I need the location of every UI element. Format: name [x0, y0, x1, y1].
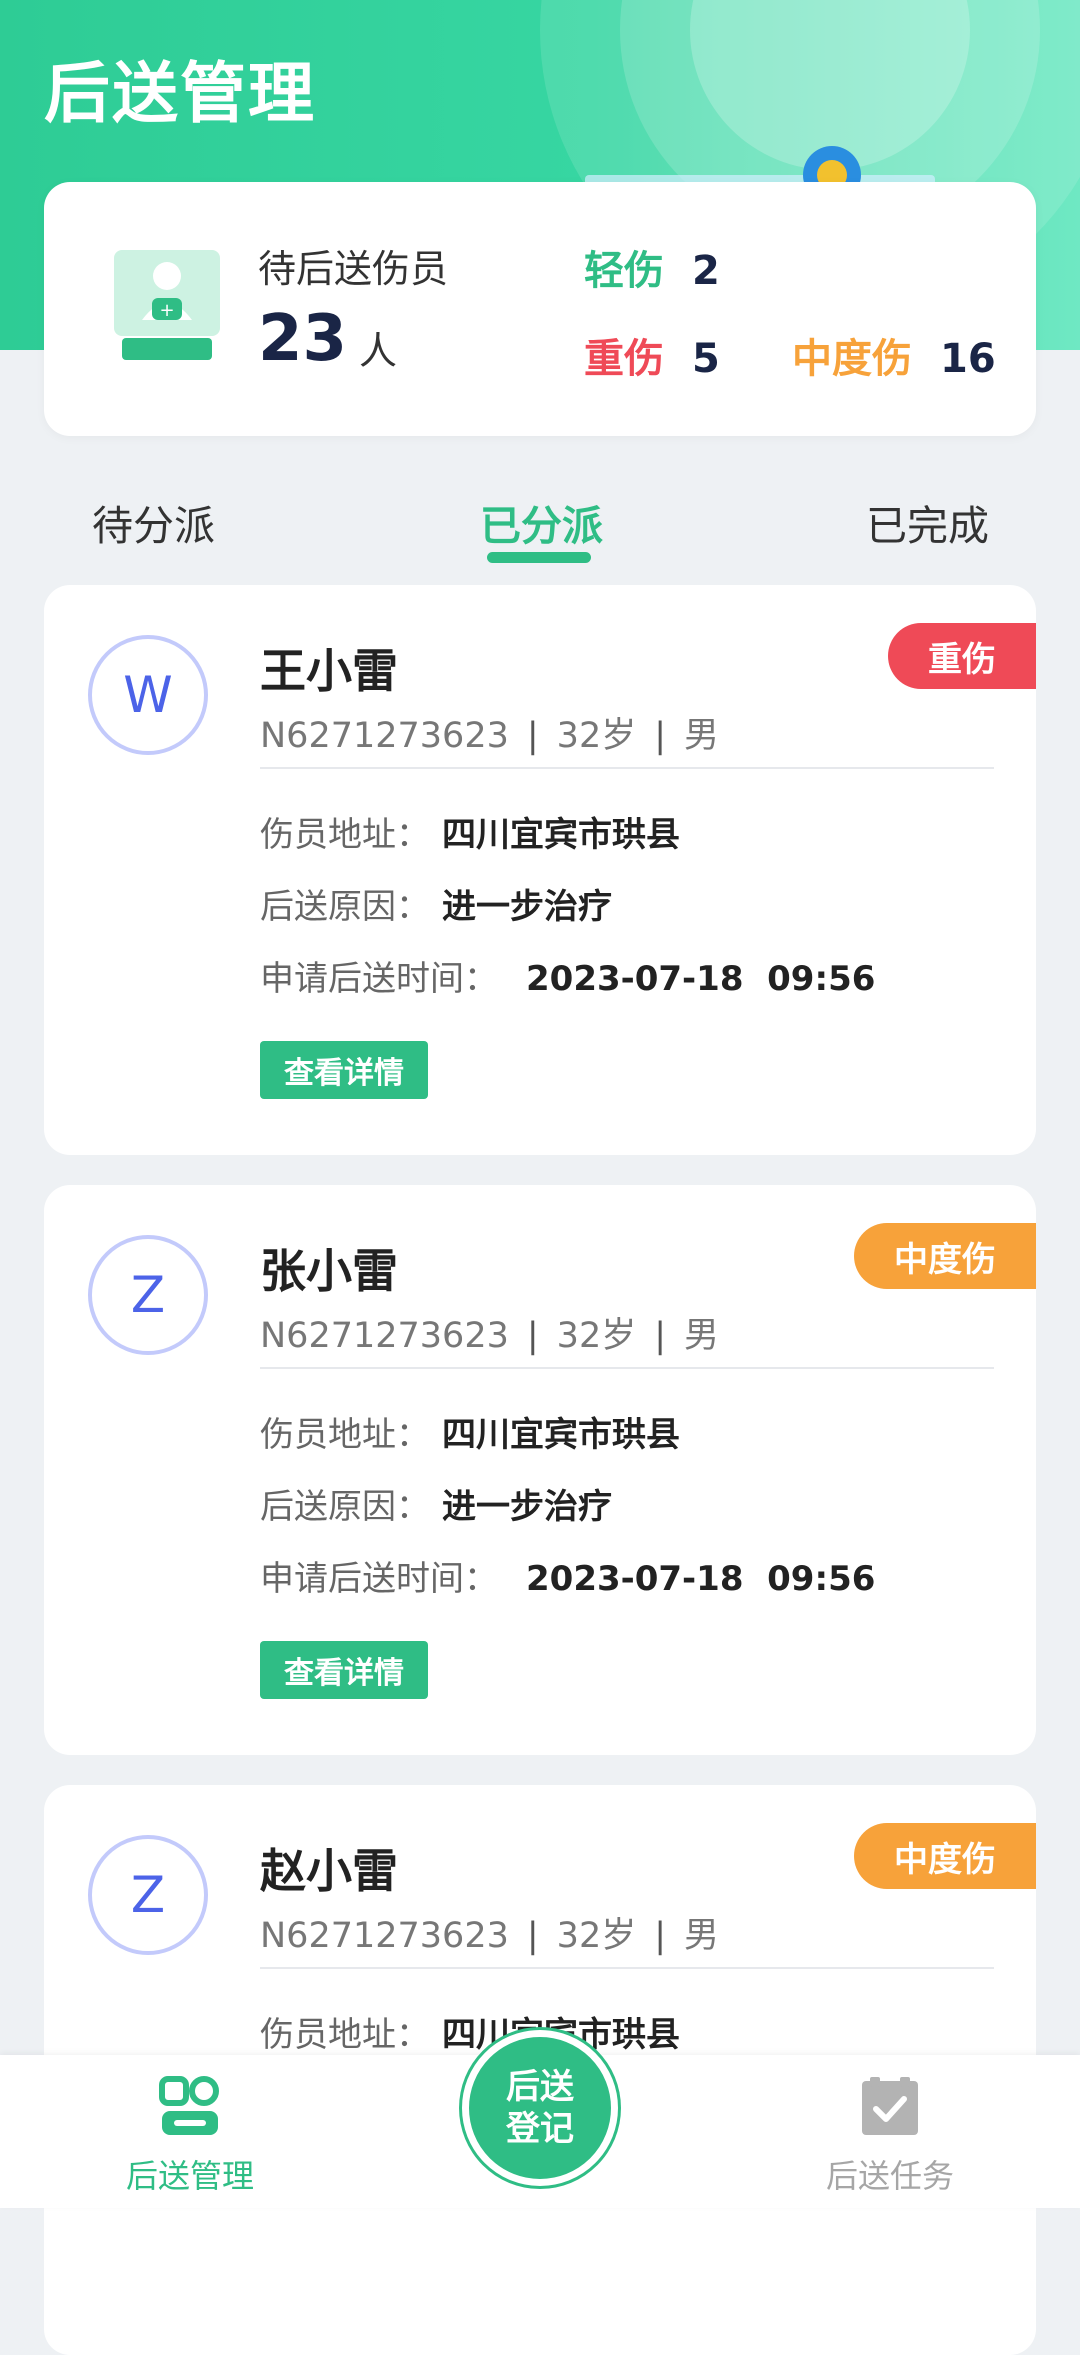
patient-name: 王小雷 — [260, 644, 398, 698]
tab-active-indicator — [487, 552, 591, 563]
patient-age: 32岁 — [556, 716, 637, 756]
stat-severe: 重伤 5 — [584, 326, 720, 384]
time-value: 2023-07-18 09:56 — [526, 1559, 876, 1599]
separator: | — [654, 716, 667, 756]
stat-severe-value: 5 — [692, 336, 720, 382]
patient-card[interactable]: W 王小雷 重伤 N6271273623 | 32岁 | 男 伤员地址： 四川宜宾市珙县 … — [44, 585, 1036, 1155]
summary-count: 23 — [258, 302, 348, 376]
page-title: 后送管理 — [44, 55, 316, 132]
view-details-button[interactable]: 查看详情 — [260, 1641, 428, 1699]
patient-age: 32岁 — [556, 1916, 637, 1956]
view-details-button[interactable]: 查看详情 — [260, 1041, 428, 1099]
stat-light: 轻伤 2 — [584, 238, 720, 296]
stat-moderate-label: 中度伤 — [792, 336, 912, 382]
divider — [260, 767, 994, 769]
address-label: 伤员地址： — [260, 2015, 430, 2055]
tab-pending-dispatch[interactable]: 待分派 — [92, 492, 215, 552]
reason-label: 后送原因： — [260, 887, 430, 927]
patient-age: 32岁 — [556, 1316, 637, 1356]
separator: | — [526, 716, 539, 756]
address-value: 四川宜宾市珙县 — [442, 815, 680, 855]
stat-moderate: 中度伤 16 — [792, 326, 996, 384]
nav-evacuation-tasks[interactable]: 后送任务 — [790, 2075, 990, 2197]
time-label: 申请后送时间： — [260, 959, 498, 999]
patient-id: N6271273623 — [260, 1316, 509, 1356]
injury-badge: 重伤 — [888, 623, 1036, 689]
address-value: 四川宜宾市珙县 — [442, 1415, 680, 1455]
injury-badge: 中度伤 — [854, 1223, 1036, 1289]
patient-card[interactable]: Z 张小雷 中度伤 N6271273623 | 32岁 | 男 伤员地址： 四川宜宾市珙县… — [44, 1185, 1036, 1755]
separator: | — [526, 1316, 539, 1356]
separator: | — [526, 1916, 539, 1956]
patient-meta: N6271273623 | 32岁 | 男 — [260, 707, 719, 758]
stat-light-label: 轻伤 — [584, 248, 664, 294]
avatar: Z — [88, 1835, 208, 1955]
time-row: 申请后送时间： 2023-07-18 09:56 — [260, 1551, 875, 1600]
patient-gender: 男 — [684, 716, 720, 756]
separator: | — [654, 1916, 667, 1956]
summary-unit: 人 — [359, 329, 398, 373]
patient-id: N6271273623 — [260, 1916, 509, 1956]
task-check-icon — [862, 2077, 918, 2135]
management-icon — [159, 2076, 219, 2135]
register-line1: 后送 — [506, 2067, 574, 2107]
address-row: 伤员地址： 四川宜宾市珙县 — [260, 1407, 680, 1456]
stat-severe-label: 重伤 — [584, 336, 664, 382]
avatar: W — [88, 635, 208, 755]
divider — [260, 1367, 994, 1369]
patient-meta: N6271273623 | 32岁 | 男 — [260, 1907, 719, 1958]
address-row: 伤员地址：四川宜宾市珙县 — [260, 2007, 680, 2056]
patient-id: N6271273623 — [260, 716, 509, 756]
reason-row: 后送原因： 进一步治疗 — [260, 1479, 612, 1528]
evacuation-register-button[interactable]: 后送 登记 — [462, 2030, 618, 2186]
patient-name: 张小雷 — [260, 1244, 398, 1298]
reason-label: 后送原因： — [260, 1487, 430, 1527]
nav-label: 后送任务 — [825, 2157, 954, 2195]
stat-light-value: 2 — [692, 248, 720, 294]
patient-meta: N6271273623 | 32岁 | 男 — [260, 1307, 719, 1358]
patient-icon: + — [114, 250, 220, 360]
nav-evacuation-management[interactable]: 后送管理 — [90, 2075, 290, 2197]
tab-dispatched[interactable]: 已分派 — [480, 492, 603, 552]
avatar: Z — [88, 1235, 208, 1355]
time-label: 申请后送时间： — [260, 1559, 498, 1599]
patient-gender: 男 — [684, 1316, 720, 1356]
separator: | — [654, 1316, 667, 1356]
reason-value: 进一步治疗 — [442, 887, 612, 927]
address-label: 伤员地址： — [260, 815, 430, 855]
reason-value: 进一步治疗 — [442, 1487, 612, 1527]
stat-moderate-value: 16 — [940, 336, 996, 382]
tab-completed[interactable]: 已完成 — [866, 492, 989, 552]
status-tabs: 待分派 已分派 已完成 — [0, 470, 1080, 570]
summary-card: + 待后送伤员 23 人 轻伤 2 重伤 5 中度伤 16 — [44, 182, 1036, 436]
time-row: 申请后送时间： 2023-07-18 09:56 — [260, 951, 875, 1000]
reason-row: 后送原因： 进一步治疗 — [260, 879, 612, 928]
time-value: 2023-07-18 09:56 — [526, 959, 876, 999]
patient-gender: 男 — [684, 1916, 720, 1956]
address-label: 伤员地址： — [260, 1415, 430, 1455]
nav-label: 后送管理 — [125, 2157, 254, 2195]
svg-text:+: + — [159, 300, 174, 321]
divider — [260, 1967, 994, 1969]
summary-label: 待后送伤员 — [258, 247, 449, 291]
patient-name: 赵小雷 — [260, 1844, 398, 1898]
injury-badge: 中度伤 — [854, 1823, 1036, 1889]
address-row: 伤员地址： 四川宜宾市珙县 — [260, 807, 680, 856]
register-line2: 登记 — [506, 2109, 574, 2149]
